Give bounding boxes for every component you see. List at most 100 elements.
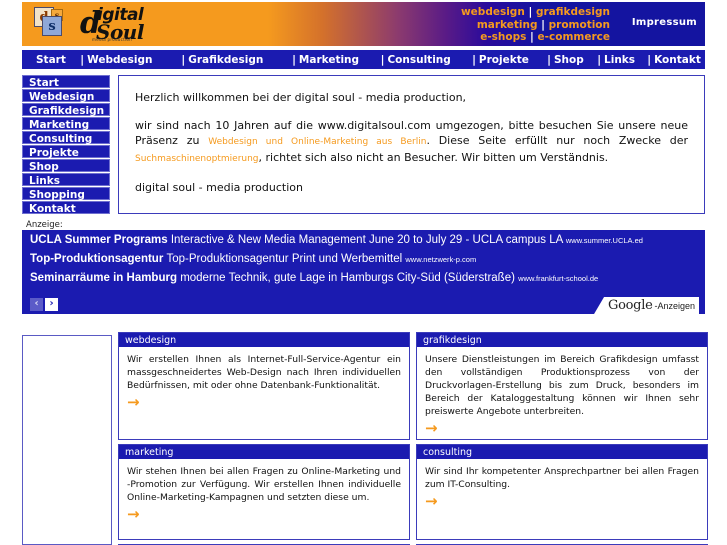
- nav-separator: |: [380, 53, 385, 66]
- google-ads-block: UCLA Summer Programs Interactive & New M…: [22, 230, 705, 314]
- nav-separator: |: [547, 53, 551, 66]
- google-logo: Google: [608, 298, 653, 313]
- header-service-links: webdesign | grafikdesign marketing | pro…: [461, 6, 610, 44]
- nav-item-projekte[interactable]: | Projekte: [472, 54, 547, 66]
- welcome-body-part2: . Diese Seite erfüllt nur noch Zwecke de…: [426, 134, 689, 147]
- impressum-link[interactable]: Impressum: [632, 17, 697, 28]
- card-text: Wir stehen Ihnen bei allen Fragen zu Onl…: [127, 466, 401, 503]
- sidebar-item-links[interactable]: Links: [22, 173, 110, 187]
- ads-pagination: ‹ ›: [30, 298, 58, 311]
- nav-label: Consulting: [387, 53, 451, 66]
- welcome-body-part3: , richtet sich also nicht an Besucher. W…: [258, 151, 609, 164]
- nav-label: Kontakt: [654, 53, 701, 66]
- ads-footer: ‹ › Google -Anzeigen: [22, 294, 705, 314]
- arrow-right-icon[interactable]: →: [425, 421, 699, 436]
- ad-description: Top-Produktionsagentur Print und Werbemi…: [166, 253, 406, 265]
- welcome-body: wir sind nach 10 Jahren auf die www.digi…: [135, 118, 688, 167]
- link-webdesign-berlin[interactable]: Webdesign und Online-Marketing aus Berli…: [208, 137, 426, 147]
- arrow-right-icon[interactable]: →: [425, 494, 699, 509]
- sidebar-item-webdesign[interactable]: Webdesign: [22, 89, 110, 103]
- ad-item-3[interactable]: Seminarräume in Hamburg moderne Technik,…: [30, 272, 697, 284]
- arrow-right-icon[interactable]: →: [127, 507, 401, 522]
- site-header: d s s d igital Soul media production web…: [22, 2, 705, 46]
- nav-separator: |: [80, 53, 85, 66]
- nav-item-consulting[interactable]: | Consulting: [381, 54, 472, 66]
- nav-label: Webdesign: [87, 53, 153, 66]
- header-link-promotion[interactable]: promotion: [549, 19, 610, 31]
- nav-item-marketing[interactable]: | Marketing: [292, 54, 381, 66]
- ad-description: moderne Technik, gute Lage in Hamburgs C…: [180, 272, 519, 284]
- nav-separator: |: [647, 53, 652, 66]
- google-ads-badge[interactable]: Google -Anzeigen: [594, 297, 699, 314]
- header-links-row-1: webdesign | grafikdesign: [461, 6, 610, 19]
- sidebar-item-shop[interactable]: Shop: [22, 159, 110, 173]
- ad-url[interactable]: www.netzwerk-p.com: [405, 255, 476, 264]
- welcome-greeting: Herzlich willkommen bei der digital soul…: [135, 91, 467, 104]
- nav-separator: |: [292, 53, 296, 66]
- page-root: d s s d igital Soul media production web…: [0, 0, 727, 545]
- ad-title: Top-Produktionsagentur: [30, 253, 167, 265]
- nav-item-shop[interactable]: | Shop: [547, 54, 597, 66]
- header-link-eshops[interactable]: e-shops: [480, 31, 526, 43]
- sidebar-item-marketing[interactable]: Marketing: [22, 117, 110, 131]
- service-card-webdesign[interactable]: webdesign Wir erstellen Ihnen als Interne…: [118, 332, 410, 440]
- anzeige-label: Anzeige:: [26, 220, 63, 230]
- service-cards-grid: webdesign Wir erstellen Ihnen als Interne…: [118, 332, 708, 545]
- header-link-ecommerce[interactable]: e-commerce: [538, 31, 610, 43]
- nav-item-grafikdesign[interactable]: | Grafikdesign: [181, 54, 292, 66]
- nav-label: Links: [604, 53, 636, 66]
- main-navigation: Start | Webdesign | Grafikdesign | Marketing | C…: [22, 50, 705, 69]
- nav-item-webdesign[interactable]: | Webdesign: [80, 54, 181, 66]
- sidebar-item-grafikdesign[interactable]: Grafikdesign: [22, 103, 110, 117]
- header-link-webdesign[interactable]: webdesign: [461, 6, 525, 18]
- sidebar-item-shopping[interactable]: Shopping: [22, 187, 110, 201]
- chevron-left-icon[interactable]: ‹: [30, 298, 43, 311]
- card-text: Wir erstellen Ihnen als Internet-Full-Se…: [127, 354, 401, 391]
- ad-item-2[interactable]: Top-Produktionsagentur Top-Produktionsag…: [30, 253, 697, 265]
- service-card-consulting[interactable]: consulting Wir sind Ihr kompetenter Anspr…: [416, 444, 708, 540]
- header-sep-1: |: [528, 6, 533, 18]
- welcome-signature: digital soul - media production: [135, 181, 303, 194]
- nav-item-links[interactable]: | Links: [597, 54, 647, 66]
- link-suchmaschinenoptimierung[interactable]: Suchmaschinenoptmierung: [135, 154, 259, 164]
- nav-separator: |: [181, 53, 186, 66]
- logo-square-s: s: [42, 16, 62, 36]
- chevron-right-icon[interactable]: ›: [45, 298, 58, 311]
- card-body: Wir sind Ihr kompetenter Ansprechpartner…: [417, 459, 707, 539]
- logo-wordmark: d igital Soul media production: [80, 4, 210, 44]
- nav-separator: |: [472, 53, 476, 66]
- sidebar-menu: Start Webdesign Grafikdesign Marketing Consu…: [22, 75, 110, 215]
- card-title: marketing: [119, 445, 409, 459]
- nav-separator: |: [597, 53, 602, 66]
- header-links-row-3: e-shops | e-commerce: [461, 31, 610, 44]
- card-title: grafikdesign: [417, 333, 707, 347]
- sidebar-item-consulting[interactable]: Consulting: [22, 131, 110, 145]
- ad-item-1[interactable]: UCLA Summer Programs Interactive & New M…: [30, 234, 697, 246]
- site-logo[interactable]: d s s d igital Soul media production: [32, 4, 210, 44]
- ad-list: UCLA Summer Programs Interactive & New M…: [30, 234, 697, 284]
- sidebar-item-projekte[interactable]: Projekte: [22, 145, 110, 159]
- ad-description: Interactive & New Media Management June …: [170, 234, 566, 246]
- ad-url[interactable]: www.frankfurt-school.de: [518, 274, 598, 283]
- nav-item-kontakt[interactable]: | Kontakt: [647, 54, 705, 66]
- card-body: Unsere Dienstleistungen im Bereich Grafi…: [417, 347, 707, 439]
- ad-title: Seminarräume in Hamburg: [30, 272, 181, 284]
- header-links-row-2: marketing | promotion: [461, 19, 610, 32]
- nav-label: Start: [36, 53, 66, 66]
- card-body: Wir stehen Ihnen bei allen Fragen zu Onl…: [119, 459, 409, 539]
- sidebar-item-start[interactable]: Start: [22, 75, 110, 89]
- card-text: Unsere Dienstleistungen im Bereich Grafi…: [425, 354, 699, 417]
- nav-item-start[interactable]: Start: [22, 54, 80, 66]
- service-card-marketing[interactable]: marketing Wir stehen Ihnen bei allen Frag…: [118, 444, 410, 540]
- header-link-grafikdesign[interactable]: grafikdesign: [536, 6, 610, 18]
- header-link-marketing[interactable]: marketing: [477, 19, 538, 31]
- nav-label: Shop: [554, 53, 584, 66]
- logo-squares-icon: d s s: [32, 7, 74, 41]
- welcome-content-box: Herzlich willkommen bei der digital soul…: [118, 75, 705, 214]
- ad-url[interactable]: www.summer.UCLA.ed: [566, 236, 643, 245]
- arrow-right-icon[interactable]: →: [127, 395, 401, 410]
- card-title: consulting: [417, 445, 707, 459]
- sidebar-item-kontakt[interactable]: Kontakt: [22, 201, 110, 215]
- card-body: Wir erstellen Ihnen als Internet-Full-Se…: [119, 347, 409, 439]
- service-card-grafikdesign[interactable]: grafikdesign Unsere Dienstleistungen im B…: [416, 332, 708, 440]
